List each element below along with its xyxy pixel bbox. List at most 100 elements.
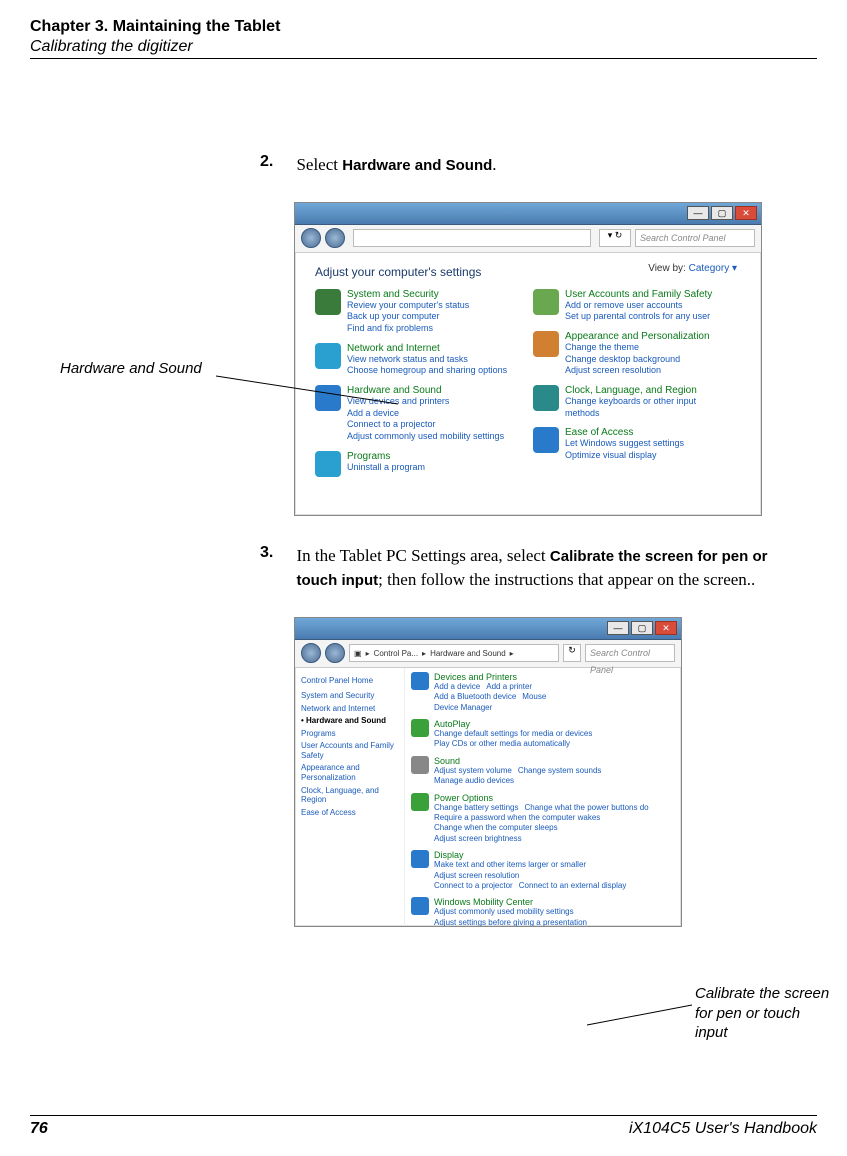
group-link[interactable]: Adjust system volume [434,766,512,775]
category-item[interactable]: Appearance and PersonalizationChange the… [533,331,733,377]
close-button[interactable]: ✕ [655,621,677,635]
category-title[interactable]: Hardware and Sound [347,385,504,396]
group-link[interactable]: Change when the computer sleeps [434,823,558,832]
group-title[interactable]: Sound [434,756,675,766]
group-link[interactable]: Require a password when the computer wak… [434,813,600,822]
forward-button[interactable] [325,643,345,663]
group-title[interactable]: Display [434,850,675,860]
refresh-button[interactable]: ↻ [563,644,581,662]
group-link[interactable]: Adjust screen resolution [434,871,519,880]
category-item[interactable]: System and SecurityReview your computer'… [315,289,515,335]
category-title[interactable]: User Accounts and Family Safety [565,289,712,300]
category-link[interactable]: Let Windows suggest settings [565,438,684,450]
category-link[interactable]: Optimize visual display [565,450,684,462]
group-link[interactable]: Play CDs or other media automatically [434,739,570,748]
group-link[interactable]: Make text and other items larger or smal… [434,860,586,869]
forward-button[interactable] [325,228,345,248]
category-body: ProgramsUninstall a program [347,451,425,474]
address-bar[interactable] [353,229,591,247]
group-link[interactable]: Adjust settings before giving a presenta… [434,918,587,926]
group-link[interactable]: Change default settings for media or dev… [434,729,592,738]
category-item[interactable]: Ease of AccessLet Windows suggest settin… [533,427,733,461]
category-item[interactable]: Network and InternetView network status … [315,343,515,377]
group-links: Change battery settings Change what the p… [434,803,675,845]
category-link[interactable]: Uninstall a program [347,462,425,474]
group-link[interactable]: Adjust screen brightness [434,834,522,843]
group-link[interactable]: Manage audio devices [434,776,514,785]
category-title[interactable]: Network and Internet [347,343,507,354]
category-link[interactable]: Adjust screen resolution [565,365,710,377]
sidebar-item[interactable]: Ease of Access [301,808,398,818]
group-body: Windows Mobility CenterAdjust commonly u… [434,897,675,926]
maximize-button[interactable]: ▢ [631,621,653,635]
breadcrumb[interactable]: ▣ ▸ Control Pa... ▸ Hardware and Sound ▸ [349,644,559,662]
minimize-button[interactable]: — [687,206,709,220]
category-link[interactable]: Choose homegroup and sharing options [347,365,507,377]
close-button[interactable]: ✕ [735,206,757,220]
category-link[interactable]: View devices and printers [347,396,504,408]
hw-sound-body: Control Panel Home System and Security Ne… [295,668,681,926]
callout-hardware-sound: Hardware and Sound [60,360,202,377]
group-title[interactable]: Power Options [434,793,675,803]
group-link[interactable]: Add a printer [486,682,532,691]
group-link[interactable]: Add a device [434,682,480,691]
category-link[interactable]: View network status and tasks [347,354,507,366]
group-title[interactable]: AutoPlay [434,719,675,729]
group-title[interactable]: Windows Mobility Center [434,897,675,907]
category-link[interactable]: Connect to a projector [347,419,504,431]
maximize-button[interactable]: ▢ [711,206,733,220]
search-box[interactable]: Search Control Panel [585,644,675,662]
refresh-button[interactable]: ▾ ↻ [599,229,631,247]
group-icon [411,793,429,811]
chapter-title: Chapter 3. Maintaining the Tablet [30,18,817,36]
sidebar-item[interactable]: Appearance and Personalization [301,763,398,782]
search-box[interactable]: Search Control Panel [635,229,755,247]
group-link[interactable]: Mouse [522,692,546,701]
sidebar-home[interactable]: Control Panel Home [301,676,398,685]
category-item[interactable]: Hardware and SoundView devices and print… [315,385,515,443]
category-item[interactable]: ProgramsUninstall a program [315,451,515,477]
category-link[interactable]: Set up parental controls for any user [565,311,712,323]
step-text-post: . [492,155,496,174]
category-col-right: User Accounts and Family SafetyAdd or re… [533,289,733,485]
group-link[interactable]: Change battery settings [434,803,519,812]
page-footer: 76 iX104C5 User's Handbook [30,1115,817,1138]
back-button[interactable] [301,228,321,248]
group-link[interactable]: Add a Bluetooth device [434,692,516,701]
step-3: 3. In the Tablet PC Settings area, selec… [260,544,817,593]
group-link[interactable]: Connect to an external display [519,881,627,890]
group-body: Devices and PrintersAdd a device Add a pr… [434,672,675,713]
group-link[interactable]: Change system sounds [518,766,602,775]
group-link[interactable]: Adjust commonly used mobility settings [434,907,574,916]
sidebar-item[interactable]: Programs [301,729,398,739]
category-link[interactable]: Add or remove user accounts [565,300,712,312]
category-link[interactable]: Change desktop background [565,354,710,366]
category-link[interactable]: Add a device [347,408,504,420]
group-icon [411,756,429,774]
category-item[interactable]: User Accounts and Family SafetyAdd or re… [533,289,733,323]
category-title[interactable]: Clock, Language, and Region [565,385,733,396]
sidebar-item[interactable]: • Hardware and Sound [301,716,398,726]
group-link[interactable]: Change what the power buttons do [525,803,649,812]
category-title[interactable]: System and Security [347,289,469,300]
category-link[interactable]: Back up your computer [347,311,469,323]
back-button[interactable] [301,643,321,663]
category-item[interactable]: Clock, Language, and RegionChange keyboa… [533,385,733,419]
category-title[interactable]: Appearance and Personalization [565,331,710,342]
group-link[interactable]: Connect to a projector [434,881,513,890]
category-title[interactable]: Ease of Access [565,427,684,438]
category-link[interactable]: Change keyboards or other input methods [565,396,733,419]
category-title[interactable]: Programs [347,451,425,462]
group-title[interactable]: Devices and Printers [434,672,675,682]
sidebar-item[interactable]: Network and Internet [301,704,398,714]
category-link[interactable]: Find and fix problems [347,323,469,335]
category-link[interactable]: Adjust commonly used mobility settings [347,431,504,443]
sidebar-item[interactable]: System and Security [301,691,398,701]
sidebar-item[interactable]: User Accounts and Family Safety [301,741,398,760]
sidebar-item[interactable]: Clock, Language, and Region [301,786,398,805]
category-link[interactable]: Change the theme [565,342,710,354]
minimize-button[interactable]: — [607,621,629,635]
category-link[interactable]: Review your computer's status [347,300,469,312]
group-link[interactable]: Device Manager [434,703,492,712]
view-by[interactable]: View by: Category ▾ [648,263,737,274]
